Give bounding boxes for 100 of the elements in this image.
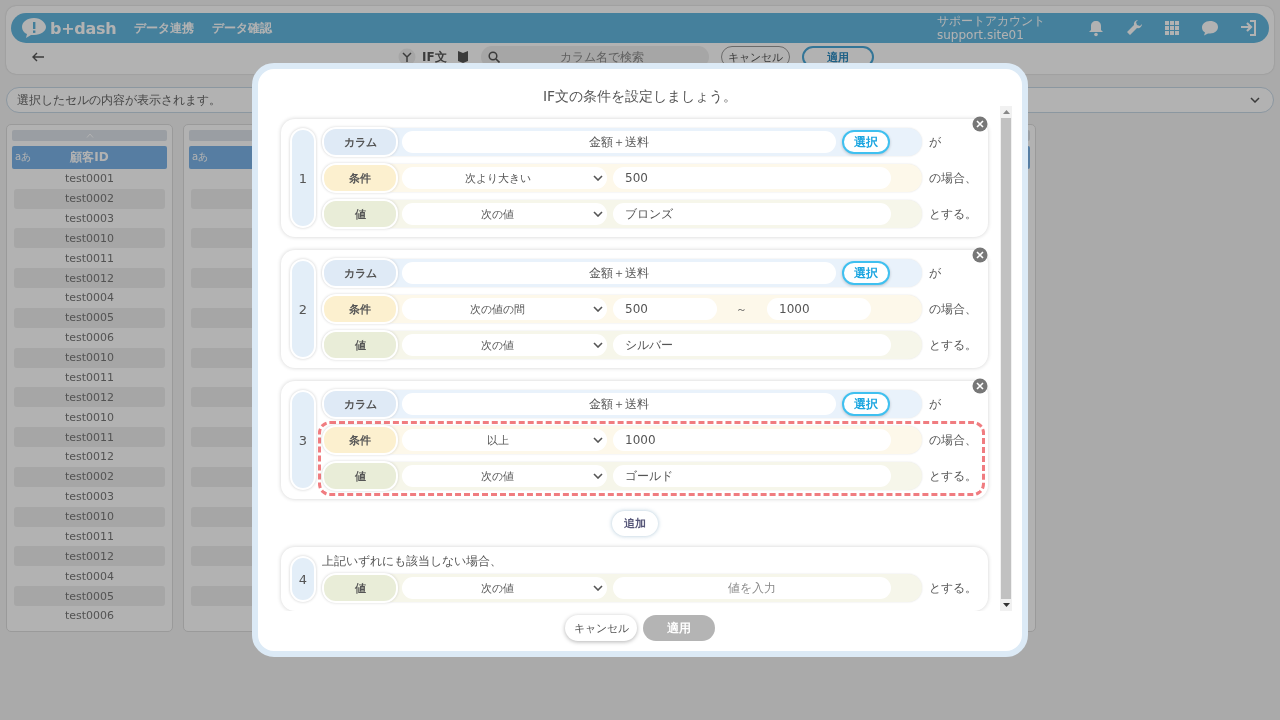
dropdown[interactable]: 以上 bbox=[402, 429, 607, 451]
value-field[interactable]: 500 bbox=[613, 298, 717, 320]
chat-bubble-icon[interactable] bbox=[1201, 19, 1219, 37]
condition-number: 2 bbox=[290, 259, 316, 359]
row-suffix: の場合、 bbox=[929, 300, 977, 318]
type-label: aあ bbox=[15, 150, 32, 165]
grid-icon[interactable] bbox=[1163, 19, 1181, 37]
dropdown[interactable]: 次の値 bbox=[402, 465, 607, 487]
row-suffix: が bbox=[929, 264, 941, 282]
table-cell-text: test0001 bbox=[63, 171, 116, 188]
row-label: カラム bbox=[322, 127, 398, 157]
row-suffix: の場合、 bbox=[929, 431, 977, 449]
scrollbar-thumb[interactable] bbox=[1001, 118, 1011, 599]
dialog-title: IF文の条件を設定しましょう。 bbox=[541, 87, 739, 106]
logo-text: b+dash bbox=[50, 18, 117, 38]
table-cell: test0010 bbox=[14, 506, 165, 527]
chevron-down-icon bbox=[1250, 97, 1260, 103]
column-field[interactable]: 金額＋送料 bbox=[402, 262, 836, 284]
value-field[interactable]: 500 bbox=[613, 167, 891, 189]
value-field[interactable]: シルバー bbox=[613, 334, 891, 356]
wrench-icon[interactable] bbox=[1125, 19, 1143, 37]
table-cell: test0005 bbox=[14, 586, 165, 607]
row-suffix: とする。 bbox=[929, 579, 977, 597]
value-field[interactable]: ブロンズ bbox=[613, 203, 891, 225]
row-suffix: とする。 bbox=[929, 336, 977, 354]
table-cell-text: test0006 bbox=[63, 330, 116, 347]
column-field[interactable]: 金額＋送料 bbox=[402, 131, 836, 153]
table-cell: test0010 bbox=[14, 347, 165, 368]
column-name: 顧客ID bbox=[70, 148, 109, 166]
chevron-down-icon bbox=[593, 437, 603, 443]
table-cell-text: test0006 bbox=[63, 608, 116, 625]
value-field[interactable]: 1000 bbox=[767, 298, 871, 320]
table-cell-text: test0012 bbox=[63, 449, 116, 466]
chevron-down-icon bbox=[593, 306, 603, 312]
back-arrow-icon[interactable] bbox=[32, 52, 44, 62]
table-cell-text: test0011 bbox=[63, 529, 116, 545]
table-cell-text: test0011 bbox=[63, 370, 116, 386]
table-cell-text: test0011 bbox=[63, 250, 116, 267]
table-cell: test0002 bbox=[14, 466, 165, 487]
else-caption: 上記いずれにも該当しない場合、 bbox=[322, 553, 503, 570]
chevron-down-icon bbox=[593, 175, 603, 181]
row-label: 条件 bbox=[322, 294, 398, 324]
row-label: 値 bbox=[322, 330, 398, 360]
table-cell: test0005 bbox=[14, 307, 165, 328]
row-suffix: とする。 bbox=[929, 205, 977, 223]
condition-number: 4 bbox=[290, 556, 316, 602]
row-suffix: が bbox=[929, 133, 941, 151]
value-field[interactable]: 値を入力 bbox=[613, 577, 891, 599]
book-icon[interactable] bbox=[456, 50, 469, 64]
row-label: カラム bbox=[322, 258, 398, 288]
row-label: カラム bbox=[322, 389, 398, 419]
dropdown[interactable]: 次の値 bbox=[402, 577, 607, 599]
table-cell-text: test0003 bbox=[63, 211, 116, 227]
dropdown[interactable]: 次より大きい bbox=[402, 167, 607, 189]
bell-icon[interactable] bbox=[1087, 19, 1105, 37]
table-cell: test0002 bbox=[14, 188, 165, 209]
chevron-down-icon bbox=[593, 342, 603, 348]
table-cell: test0012 bbox=[14, 546, 165, 567]
scroll-up-icon bbox=[1002, 110, 1010, 114]
table-cell: test0011 bbox=[14, 427, 165, 448]
chevron-down-icon bbox=[593, 473, 603, 479]
account-id: support.site01 bbox=[937, 28, 1025, 42]
table-cell-text: test0010 bbox=[63, 409, 116, 426]
column-field[interactable]: 金額＋送料 bbox=[402, 393, 836, 415]
close-icon[interactable] bbox=[972, 247, 988, 263]
search-icon bbox=[487, 51, 500, 63]
value-field[interactable]: 1000 bbox=[613, 429, 891, 451]
scrollbar[interactable] bbox=[1000, 106, 1012, 611]
row-suffix: が bbox=[929, 395, 941, 413]
table-cell-text: test0004 bbox=[63, 568, 116, 585]
row-suffix: の場合、 bbox=[929, 169, 977, 187]
table-cell-text: test0004 bbox=[63, 290, 116, 307]
row-label: 値 bbox=[322, 199, 398, 229]
cancel-button[interactable]: キャンセル bbox=[565, 615, 637, 641]
sign-out-icon[interactable] bbox=[1239, 19, 1257, 37]
condition-number: 3 bbox=[290, 390, 316, 490]
row-label: 条件 bbox=[322, 425, 398, 455]
dropdown[interactable]: 次の値 bbox=[402, 203, 607, 225]
scroll-down-icon bbox=[1002, 603, 1010, 607]
row-suffix: とする。 bbox=[929, 467, 977, 485]
type-label: aあ bbox=[192, 150, 209, 165]
row-label: 条件 bbox=[322, 163, 398, 193]
value-field[interactable]: ゴールド bbox=[613, 465, 891, 487]
dropdown[interactable]: 次の値の間 bbox=[402, 298, 607, 320]
row-label: 値 bbox=[322, 461, 398, 491]
close-icon[interactable] bbox=[972, 116, 988, 132]
condition-number: 1 bbox=[290, 128, 316, 228]
chevron-down-icon bbox=[593, 585, 603, 591]
table-cell: test0012 bbox=[14, 268, 165, 289]
table-cell: test0010 bbox=[14, 228, 165, 249]
logo-icon bbox=[21, 17, 47, 39]
table-cell-text: test0003 bbox=[63, 489, 116, 506]
mode-label: IF文 bbox=[422, 48, 447, 66]
account-name: サポートアカウント bbox=[937, 14, 1045, 28]
add-button[interactable]: 追加 bbox=[611, 511, 658, 536]
close-icon[interactable] bbox=[972, 378, 988, 394]
dropdown[interactable]: 次の値 bbox=[402, 334, 607, 356]
range-separator: ～ bbox=[734, 301, 748, 317]
row-label: 値 bbox=[322, 573, 398, 603]
table-cell: test0012 bbox=[14, 387, 165, 408]
